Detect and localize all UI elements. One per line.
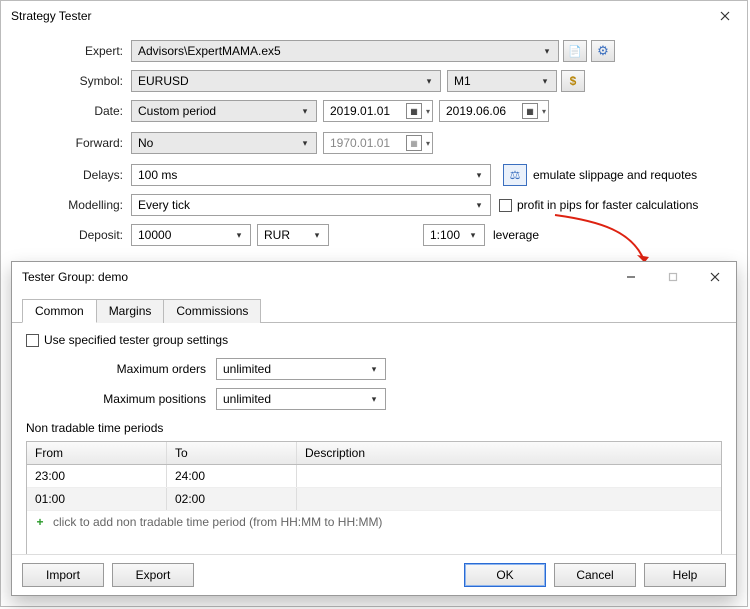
chevron-down-icon: ▾ [470, 196, 488, 214]
dollar-icon [570, 74, 577, 88]
export-button[interactable]: Export [112, 563, 194, 587]
non-tradable-title: Non tradable time periods [26, 421, 722, 435]
chevron-down-icon: ▾ [230, 226, 248, 244]
grid-header: From To Description [27, 442, 721, 465]
chevron-down-icon: ▾ [426, 139, 430, 148]
date-to-input[interactable]: 2019.06.06 ▦ ▾ [439, 100, 549, 122]
grid-header-desc: Description [297, 442, 721, 464]
dialog-footer: Import Export OK Cancel Help [12, 554, 736, 595]
max-orders-select[interactable]: unlimited ▾ [216, 358, 386, 380]
non-tradable-grid: From To Description 23:00 24:00 01:00 02… [26, 441, 722, 554]
maximize-button [652, 262, 694, 292]
dialog-close-button[interactable] [694, 262, 736, 292]
minimize-icon [626, 272, 636, 282]
profit-in-pips-checkbox[interactable] [499, 199, 512, 212]
table-row[interactable]: 01:00 02:00 [27, 488, 721, 511]
chevron-down-icon: ▾ [536, 72, 554, 90]
deposit-label: Deposit: [11, 228, 131, 242]
add-time-period-row[interactable]: + click to add non tradable time period … [27, 511, 721, 533]
max-positions-label: Maximum positions [66, 392, 216, 406]
chevron-down-icon: ▾ [308, 226, 326, 244]
dialog-titlebar: Tester Group: demo [12, 262, 736, 292]
chevron-down-icon: ▾ [426, 107, 430, 116]
chevron-down-icon: ▾ [464, 226, 482, 244]
expert-label: Expert: [11, 44, 131, 58]
use-specified-label: Use specified tester group settings [44, 333, 228, 347]
emulate-label: emulate slippage and requotes [533, 168, 697, 182]
close-icon [710, 272, 720, 282]
chevron-down-icon: ▾ [538, 42, 556, 60]
ok-button[interactable]: OK [464, 563, 546, 587]
plus-icon: + [33, 515, 47, 529]
table-row[interactable]: 23:00 24:00 [27, 465, 721, 488]
cancel-button[interactable]: Cancel [554, 563, 636, 587]
form-area: Expert: Advisors\ExpertMAMA.ex5 ▾ Symbol… [1, 31, 747, 259]
emulate-settings-button[interactable] [503, 164, 527, 186]
modelling-select[interactable]: Every tick ▾ [131, 194, 491, 216]
chevron-down-icon: ▾ [470, 166, 488, 184]
open-file-button[interactable] [563, 40, 587, 62]
chevron-down-icon: ▾ [296, 102, 314, 120]
forward-label: Forward: [11, 136, 131, 150]
deposit-amount-select[interactable]: 10000 ▾ [131, 224, 251, 246]
profit-in-pips-label: profit in pips for faster calculations [517, 198, 698, 212]
close-button[interactable] [702, 1, 747, 31]
max-positions-select[interactable]: unlimited ▾ [216, 388, 386, 410]
modelling-label: Modelling: [11, 198, 131, 212]
close-icon [720, 11, 730, 21]
delays-select[interactable]: 100 ms ▾ [131, 164, 491, 186]
strategy-tester-title: Strategy Tester [11, 9, 91, 23]
dialog-title: Tester Group: demo [22, 270, 128, 284]
chevron-down-icon: ▾ [365, 390, 383, 408]
chevron-down-icon: ▾ [296, 134, 314, 152]
forward-date-input[interactable]: 1970.01.01 ▦ ▾ [323, 132, 433, 154]
calendar-icon: ▦ [406, 103, 422, 119]
strategy-tester-window: Strategy Tester Expert: Advisors\ExpertM… [0, 0, 748, 607]
date-label: Date: [11, 104, 131, 118]
use-specified-checkbox[interactable] [26, 334, 39, 347]
expert-select[interactable]: Advisors\ExpertMAMA.ex5 ▾ [131, 40, 559, 62]
sliders-icon [510, 168, 521, 182]
tab-commissions[interactable]: Commissions [163, 299, 261, 323]
leverage-label: leverage [493, 228, 539, 242]
symbol-label: Symbol: [11, 74, 131, 88]
chevron-down-icon: ▾ [420, 72, 438, 90]
file-icon [568, 44, 582, 58]
strategy-tester-titlebar: Strategy Tester [1, 1, 747, 31]
date-from-input[interactable]: 2019.01.01 ▦ ▾ [323, 100, 433, 122]
dialog-tabs: Common Margins Commissions [12, 292, 736, 323]
tab-common[interactable]: Common [22, 299, 97, 323]
calendar-icon: ▦ [522, 103, 538, 119]
maximize-icon [668, 272, 678, 282]
expert-settings-button[interactable] [591, 40, 615, 62]
minimize-button[interactable] [610, 262, 652, 292]
symbol-properties-button[interactable] [561, 70, 585, 92]
delays-label: Delays: [11, 168, 131, 182]
max-orders-label: Maximum orders [66, 362, 216, 376]
chevron-down-icon: ▾ [365, 360, 383, 378]
leverage-select[interactable]: 1:100 ▾ [423, 224, 485, 246]
import-button[interactable]: Import [22, 563, 104, 587]
dialog-body: Use specified tester group settings Maxi… [12, 323, 736, 554]
gear-icon [597, 43, 609, 59]
tester-group-dialog: Tester Group: demo Common Margins Commis… [11, 261, 737, 596]
timeframe-select[interactable]: M1 ▾ [447, 70, 557, 92]
symbol-select[interactable]: EURUSD ▾ [131, 70, 441, 92]
grid-header-from: From [27, 442, 167, 464]
tab-margins[interactable]: Margins [96, 299, 165, 323]
grid-header-to: To [167, 442, 297, 464]
chevron-down-icon: ▾ [542, 107, 546, 116]
deposit-currency-select[interactable]: RUR ▾ [257, 224, 329, 246]
forward-mode-select[interactable]: No ▾ [131, 132, 317, 154]
help-button[interactable]: Help [644, 563, 726, 587]
calendar-icon: ▦ [406, 135, 422, 151]
date-mode-select[interactable]: Custom period ▾ [131, 100, 317, 122]
